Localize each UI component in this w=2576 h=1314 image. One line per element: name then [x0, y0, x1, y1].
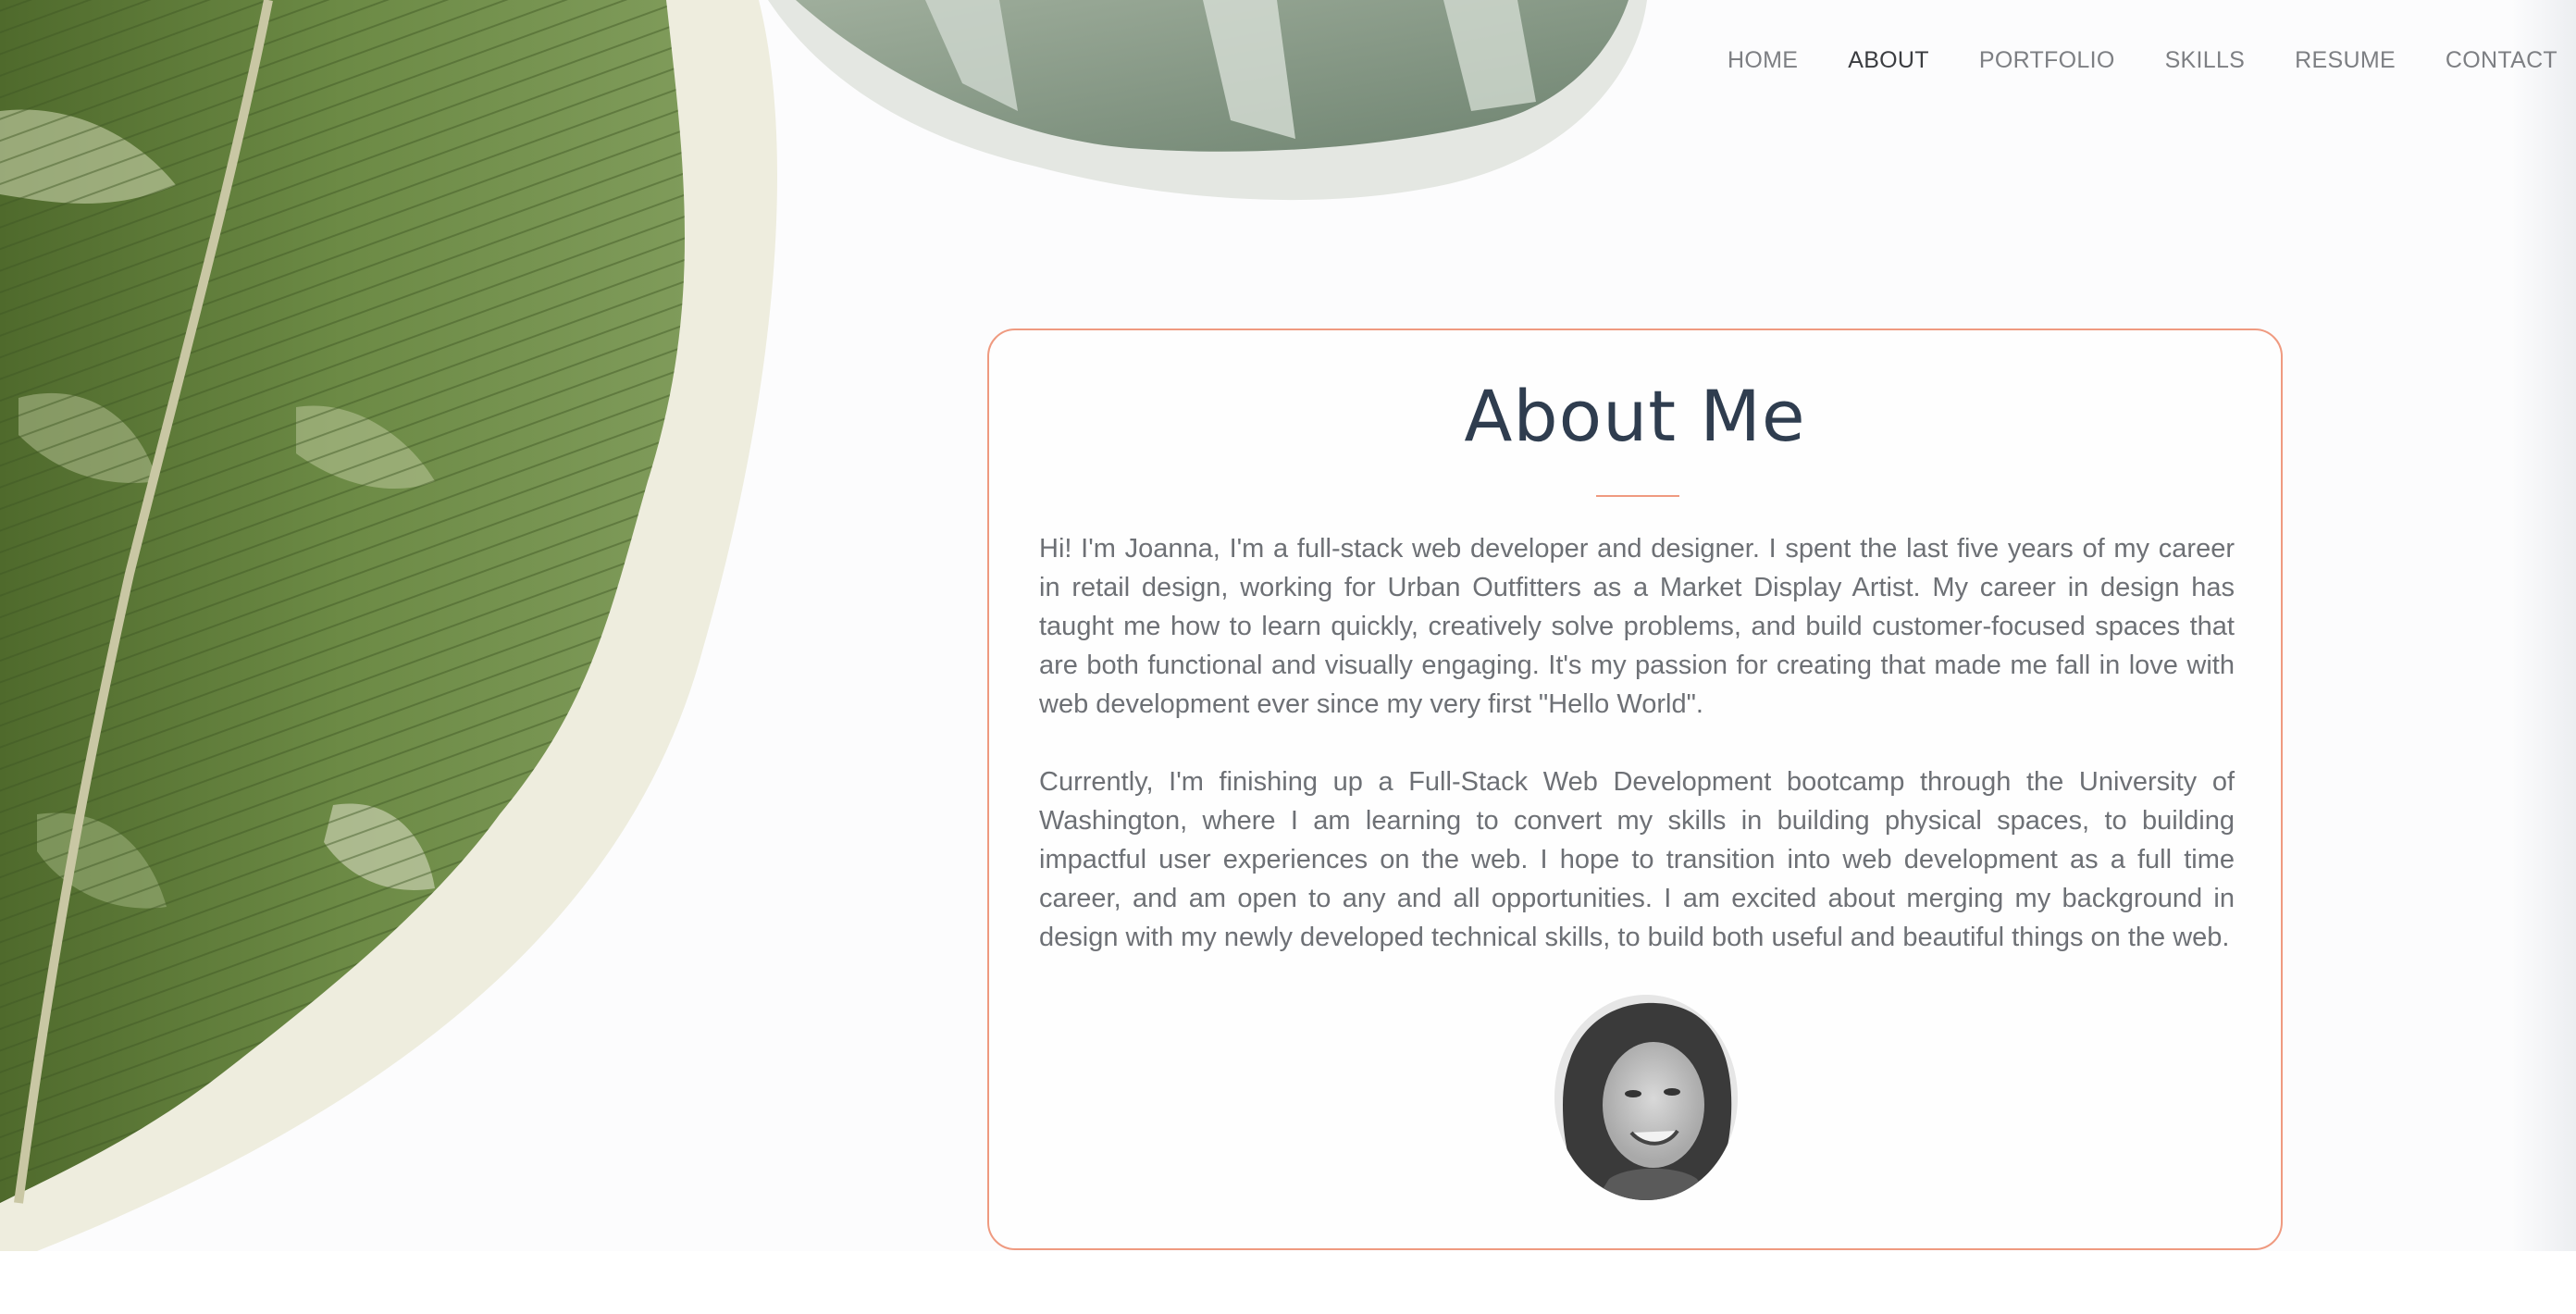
right-edge-shadow [2511, 0, 2576, 1251]
main-navigation: HOME ABOUT PORTFOLIO SKILLS RESUME CONTA… [1678, 44, 2557, 76]
about-title: About Me [1464, 375, 1806, 457]
nav-resume[interactable]: RESUME [2295, 44, 2396, 76]
title-underline-divider [1596, 495, 1679, 497]
profile-photo [1554, 995, 1738, 1200]
page-bottom-strip [0, 1251, 2576, 1314]
about-card: About Me Hi! I'm Joanna, I'm a full-stac… [987, 328, 2283, 1250]
nav-skills[interactable]: SKILLS [2165, 44, 2246, 76]
nav-portfolio[interactable]: PORTFOLIO [1979, 44, 2115, 76]
nav-home[interactable]: HOME [1728, 44, 1798, 76]
about-paragraph-2: Currently, I'm finishing up a Full-Stack… [1039, 767, 2235, 952]
nav-about[interactable]: ABOUT [1848, 44, 1929, 76]
about-paragraph-1: Hi! I'm Joanna, I'm a full-stack web dev… [1039, 534, 2235, 719]
nav-contact[interactable]: CONTACT [2446, 44, 2557, 76]
